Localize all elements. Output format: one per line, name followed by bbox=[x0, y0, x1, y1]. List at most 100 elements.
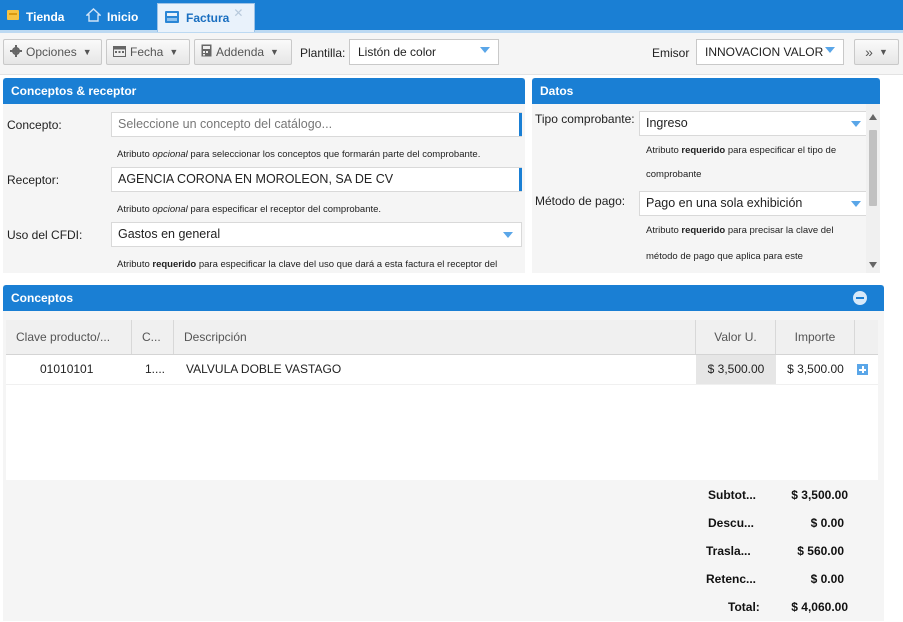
hint-text: Atributo bbox=[646, 145, 682, 156]
store-icon bbox=[6, 8, 20, 25]
collapse-icon[interactable] bbox=[853, 291, 867, 305]
cell-clave: 01010101 bbox=[40, 362, 94, 376]
hint-strong: requerido bbox=[681, 145, 726, 156]
receptor-value: AGENCIA CORONA EN MOROLEON, SA DE CV bbox=[118, 172, 394, 186]
double-chevron-right-icon: » bbox=[865, 44, 873, 60]
metodo-pago-select[interactable]: Pago en una sola exhibición bbox=[639, 191, 870, 216]
total-value: $ 4,060.00 bbox=[791, 600, 848, 614]
uso-cfdi-value: Gastos en general bbox=[118, 227, 221, 241]
column-header-cantidad[interactable]: C... bbox=[132, 320, 174, 354]
plantilla-label: Plantilla: bbox=[300, 46, 346, 60]
gear-icon bbox=[10, 44, 22, 60]
expand-row-icon[interactable] bbox=[857, 364, 868, 375]
datos-panel: Datos Tipo comprobante: Ingreso Atributo… bbox=[532, 78, 880, 273]
descuento-label: Descu... bbox=[708, 516, 755, 530]
caret-down-icon: ▼ bbox=[270, 47, 279, 57]
calculator-icon bbox=[201, 44, 212, 60]
chevron-down-icon bbox=[851, 121, 861, 127]
caret-down-icon: ▼ bbox=[878, 47, 888, 57]
hint-text: Atributo bbox=[646, 225, 682, 236]
hint-text: Atributo bbox=[117, 259, 153, 270]
receptor-input[interactable]: AGENCIA CORONA EN MOROLEON, SA DE CV bbox=[111, 167, 522, 192]
tab-factura[interactable]: Factura ✕ bbox=[157, 3, 255, 32]
hint-emphasis: opcional bbox=[152, 204, 188, 215]
invoice-icon bbox=[164, 9, 180, 28]
emisor-select[interactable]: INNOVACION VALOR bbox=[696, 39, 844, 65]
addenda-label: Addenda bbox=[216, 45, 265, 59]
uso-cfdi-select[interactable]: Gastos en general bbox=[111, 222, 522, 247]
hint-text: Atributo bbox=[117, 149, 153, 160]
panel-title: Conceptos bbox=[3, 285, 884, 311]
home-icon bbox=[85, 8, 102, 25]
column-header-descripcion[interactable]: Descripción bbox=[174, 320, 696, 354]
opciones-label: Opciones bbox=[26, 45, 77, 59]
emisor-label: Emisor bbox=[652, 46, 690, 60]
metodo-pago-hint-line2: método de pago que aplica para este bbox=[646, 251, 803, 262]
grid-body: 01010101 1.... VALVULA DOBLE VASTAGO $ 3… bbox=[6, 355, 878, 480]
input-focus-bar bbox=[519, 168, 522, 191]
hint-text: para especificar la clave del uso que da… bbox=[196, 259, 498, 270]
cell-valor-unitario[interactable]: $ 3,500.00 bbox=[696, 355, 776, 384]
retenciones-value: $ 0.00 bbox=[810, 572, 844, 586]
tab-label: Inicio bbox=[107, 9, 139, 24]
cell-importe: $ 3,500.00 bbox=[787, 362, 844, 376]
column-header-clave[interactable]: Clave producto/... bbox=[6, 320, 132, 354]
hint-strong: requerido bbox=[152, 259, 197, 270]
column-header-valor-unitario[interactable]: Valor U. bbox=[696, 320, 776, 354]
conceptos-receptor-panel: Conceptos & receptor Concepto: Seleccion… bbox=[3, 78, 525, 273]
datos-scrollbar[interactable] bbox=[866, 104, 880, 273]
close-icon[interactable]: ✕ bbox=[233, 6, 243, 20]
hint-emphasis: opcional bbox=[152, 149, 188, 160]
scroll-up-icon[interactable] bbox=[869, 114, 877, 120]
hint-text: Atributo bbox=[117, 204, 153, 215]
scrollbar-thumb[interactable] bbox=[869, 130, 877, 206]
concepto-hint: Atributo opcional para seleccionar los c… bbox=[117, 149, 480, 160]
chevron-down-icon bbox=[480, 47, 490, 53]
chevron-down-icon bbox=[825, 47, 835, 53]
tipo-comprobante-select[interactable]: Ingreso bbox=[639, 111, 870, 136]
traslados-value: $ 560.00 bbox=[797, 544, 844, 558]
concepto-label: Concepto: bbox=[7, 118, 62, 132]
metodo-pago-hint: Atributo requerido para precisar la clav… bbox=[646, 225, 833, 236]
receptor-hint: Atributo opcional para especificar el re… bbox=[117, 204, 381, 215]
tab-label: Tienda bbox=[26, 9, 65, 24]
opciones-button[interactable]: Opciones ▼ bbox=[3, 39, 102, 65]
traslados-label: Trasla... bbox=[706, 544, 751, 558]
total-label: Total: bbox=[728, 600, 760, 614]
more-options-button[interactable]: » ▼ bbox=[854, 39, 899, 65]
grid-header: Clave producto/... C... Descripción Valo… bbox=[6, 320, 878, 355]
hint-text: para especificar el receptor del comprob… bbox=[187, 204, 382, 215]
hint-text: para especificar el tipo de bbox=[725, 145, 837, 156]
tipo-comprobante-value: Ingreso bbox=[646, 116, 688, 130]
tipo-comprobante-hint: Atributo requerido para especificar el t… bbox=[646, 145, 836, 156]
caret-down-icon: ▼ bbox=[169, 47, 179, 57]
fecha-button[interactable]: Fecha ▼ bbox=[106, 39, 190, 65]
subtotal-value: $ 3,500.00 bbox=[791, 488, 848, 502]
scroll-down-icon[interactable] bbox=[869, 262, 877, 268]
tab-strip: Tienda Inicio Factura ✕ bbox=[0, 0, 903, 33]
plantilla-value: Listón de color bbox=[358, 45, 437, 59]
uso-cfdi-hint: Atributo requerido para especificar la c… bbox=[117, 259, 522, 270]
uso-cfdi-label: Uso del CFDI: bbox=[7, 228, 83, 242]
descuento-value: $ 0.00 bbox=[810, 516, 844, 530]
plantilla-select[interactable]: Listón de color bbox=[349, 39, 499, 65]
column-header-importe[interactable]: Importe bbox=[776, 320, 855, 354]
cell-cantidad: 1.... bbox=[145, 362, 166, 376]
tab-label: Factura bbox=[186, 11, 230, 25]
tipo-comprobante-label: Tipo comprobante: bbox=[535, 112, 635, 126]
tipo-comprobante-hint-line2: comprobante bbox=[646, 169, 702, 180]
panel-title: Datos bbox=[532, 78, 880, 104]
addenda-button[interactable]: Addenda ▼ bbox=[194, 39, 292, 65]
caret-down-icon: ▼ bbox=[82, 47, 92, 57]
toolbar: Opciones ▼ Fecha ▼ Addenda ▼ Plantilla: … bbox=[0, 33, 903, 75]
input-focus-bar bbox=[519, 113, 522, 136]
tab-tienda[interactable]: Tienda bbox=[0, 3, 78, 30]
column-header-actions bbox=[855, 320, 878, 354]
fecha-label: Fecha bbox=[130, 45, 164, 59]
metodo-pago-label: Método de pago: bbox=[535, 194, 626, 208]
hint-text: para seleccionar los conceptos que forma… bbox=[187, 149, 481, 160]
table-row[interactable]: 01010101 1.... VALVULA DOBLE VASTAGO $ 3… bbox=[6, 355, 878, 385]
tab-inicio[interactable]: Inicio bbox=[80, 3, 154, 30]
receptor-label: Receptor: bbox=[7, 173, 60, 187]
concepto-input[interactable]: Seleccione un concepto del catálogo... bbox=[111, 112, 522, 137]
